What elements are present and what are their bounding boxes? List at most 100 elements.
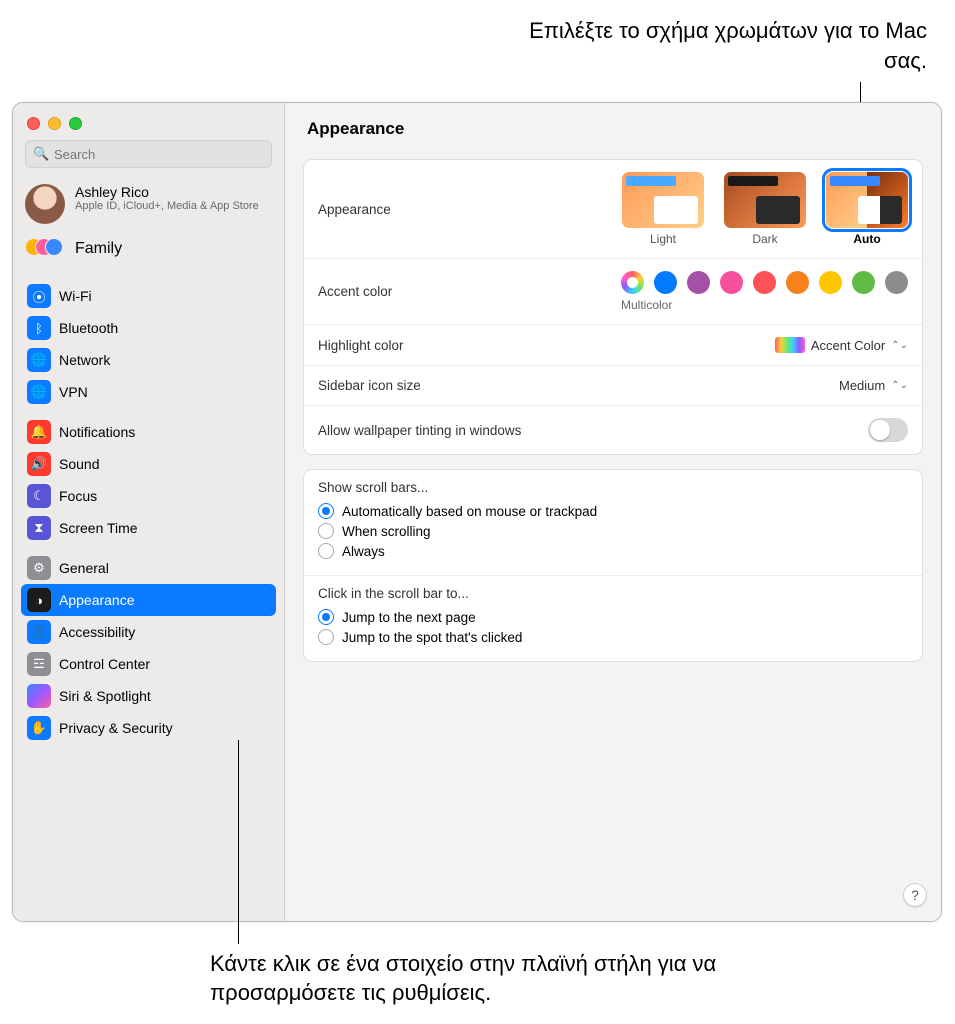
scroll-card: Show scroll bars... Automatically based … [303, 469, 923, 662]
sidebar-size-value: Medium [839, 378, 885, 393]
radio-icon [318, 503, 334, 519]
appearance-icon: ◑ [27, 588, 51, 612]
radio-icon [318, 543, 334, 559]
page-title: Appearance [285, 103, 941, 149]
accent-swatch-yellow[interactable] [819, 271, 842, 294]
sidebar-item-label: Wi-Fi [59, 288, 92, 304]
sidebar-item-appearance[interactable]: ◑Appearance [21, 584, 276, 616]
sidebar-item-label: Focus [59, 488, 97, 504]
window-controls [13, 103, 284, 140]
main-content: Appearance Appearance Light Dark [285, 103, 941, 921]
accent-selected-label: Multicolor [621, 298, 672, 312]
callout-leader-bottom [238, 740, 239, 944]
tinting-toggle[interactable] [868, 418, 908, 442]
sidebar-item-network[interactable]: 🌐 Network [21, 344, 276, 376]
tinting-row: Allow wallpaper tinting in windows [304, 405, 922, 454]
sidebar-item-sound[interactable]: 🔊Sound [21, 448, 276, 480]
callout-bottom: Κάντε κλικ σε ένα στοιχείο στην πλαϊνή σ… [210, 949, 770, 1008]
thumb-light [622, 172, 704, 228]
appearance-row: Appearance Light Dark Auto [304, 160, 922, 258]
content-scroll: Appearance Light Dark Auto [285, 149, 941, 921]
appearance-label-auto: Auto [826, 232, 908, 246]
sidebar: 🔍 Ashley Rico Apple ID, iCloud+, Media &… [13, 103, 285, 921]
accent-swatch-purple[interactable] [687, 271, 710, 294]
scrollclick-opt-spot[interactable]: Jump to the spot that's clicked [318, 627, 908, 647]
sidebar-size-label: Sidebar icon size [318, 378, 421, 393]
radio-icon [318, 523, 334, 539]
apple-id-row[interactable]: Ashley Rico Apple ID, iCloud+, Media & A… [13, 178, 284, 234]
sidebar-item-control-center[interactable]: ☲Control Center [21, 648, 276, 680]
scrollbars-group: Show scroll bars... Automatically based … [304, 470, 922, 575]
appearance-label-dark: Dark [724, 232, 806, 246]
appearance-option-dark[interactable]: Dark [724, 172, 806, 246]
accent-swatch-green[interactable] [852, 271, 875, 294]
scrollclick-title: Click in the scroll bar to... [318, 586, 908, 601]
accent-swatch-orange[interactable] [786, 271, 809, 294]
globe-icon: 🌐 [27, 348, 51, 372]
sidebar-item-label: Privacy & Security [59, 720, 173, 736]
family-label: Family [75, 240, 122, 258]
hourglass-icon: ⧗ [27, 516, 51, 540]
siri-icon [27, 684, 51, 708]
chevron-updown-icon: ⌃⌄ [891, 340, 908, 351]
scrollbars-title: Show scroll bars... [318, 480, 908, 495]
user-name: Ashley Rico [75, 184, 259, 200]
radio-label: Jump to the spot that's clicked [342, 630, 522, 645]
highlight-popup[interactable]: Accent Color ⌃⌄ [775, 337, 908, 353]
sidebar-item-label: Siri & Spotlight [59, 688, 151, 704]
settings-window: 🔍 Ashley Rico Apple ID, iCloud+, Media &… [12, 102, 942, 922]
appearance-options: Light Dark Auto [622, 172, 908, 246]
sidebar-list: ⦿Wi-Fi ᛒ Bluetooth 🌐 Network 🌐VPN 🔔 Notific… [13, 272, 284, 921]
sidebar-item-vpn[interactable]: 🌐VPN [21, 376, 276, 408]
bell-icon: 🔔 [27, 420, 51, 444]
gear-icon: ⚙ [27, 556, 51, 580]
accent-label: Accent color [318, 284, 392, 299]
sidebar-group-alerts: 🔔 Notifications 🔊Sound ☾Focus ⧗ Screen Tim… [21, 416, 276, 544]
scrollclick-opt-next[interactable]: Jump to the next page [318, 607, 908, 627]
user-sub: Apple ID, iCloud+, Media & App Store [75, 200, 259, 214]
close-button[interactable] [27, 117, 40, 130]
sidebar-item-focus[interactable]: ☾Focus [21, 480, 276, 512]
sidebar-item-label: Accessibility [59, 624, 135, 640]
sidebar-item-label: VPN [59, 384, 88, 400]
tinting-label: Allow wallpaper tinting in windows [318, 423, 521, 438]
appearance-option-light[interactable]: Light [622, 172, 704, 246]
help-button[interactable]: ? [903, 883, 927, 907]
bluetooth-icon: ᛒ [27, 316, 51, 340]
accent-swatch-blue[interactable] [654, 271, 677, 294]
thumb-dark [724, 172, 806, 228]
highlight-value: Accent Color [811, 338, 885, 353]
sidebar-item-wifi[interactable]: ⦿Wi-Fi [21, 280, 276, 312]
search-field-wrap: 🔍 [25, 140, 272, 168]
accent-swatch-gray[interactable] [885, 271, 908, 294]
minimize-button[interactable] [48, 117, 61, 130]
scrollbars-opt-auto[interactable]: Automatically based on mouse or trackpad [318, 501, 908, 521]
radio-icon [318, 629, 334, 645]
sidebar-item-label: Bluetooth [59, 320, 118, 336]
accent-swatch-multicolor[interactable] [621, 271, 644, 294]
search-input[interactable] [25, 140, 272, 168]
zoom-button[interactable] [69, 117, 82, 130]
accent-swatch-pink[interactable] [720, 271, 743, 294]
appearance-option-auto[interactable]: Auto [826, 172, 908, 246]
sidebar-item-label: Screen Time [59, 520, 138, 536]
sidebar-size-popup[interactable]: Medium ⌃⌄ [839, 378, 908, 393]
sidebar-item-notifications[interactable]: 🔔 Notifications [21, 416, 276, 448]
sidebar-item-accessibility[interactable]: 👤Accessibility [21, 616, 276, 648]
sidebar-item-label: Control Center [59, 656, 150, 672]
sidebar-item-bluetooth[interactable]: ᛒ Bluetooth [21, 312, 276, 344]
sidebar-item-label: Network [59, 352, 110, 368]
sidebar-item-label: Sound [59, 456, 99, 472]
appearance-label-light: Light [622, 232, 704, 246]
highlight-row: Highlight color Accent Color ⌃⌄ [304, 324, 922, 365]
sidebar-item-general[interactable]: ⚙General [21, 552, 276, 584]
highlight-label: Highlight color [318, 338, 404, 353]
sidebar-item-label: Notifications [59, 424, 135, 440]
sidebar-group-network: ⦿Wi-Fi ᛒ Bluetooth 🌐 Network 🌐VPN [21, 280, 276, 408]
scrollbars-opt-when[interactable]: When scrolling [318, 521, 908, 541]
family-row[interactable]: Family [13, 234, 284, 272]
sidebar-item-screen-time[interactable]: ⧗ Screen Time [21, 512, 276, 544]
scrollbars-opt-always[interactable]: Always [318, 541, 908, 561]
accent-swatch-red[interactable] [753, 271, 776, 294]
sidebar-item-siri-spotlight[interactable]: Siri & Spotlight [21, 680, 276, 712]
